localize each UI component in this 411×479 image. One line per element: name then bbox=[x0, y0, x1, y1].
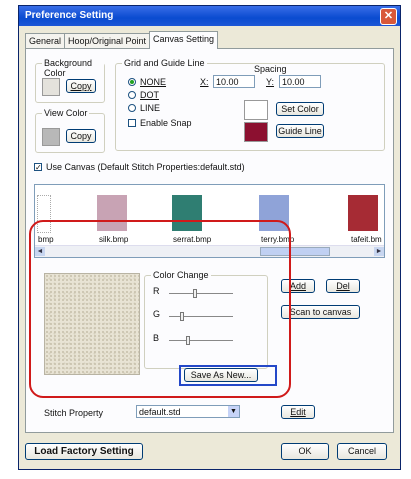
guide-line-button[interactable]: Guide Line bbox=[276, 124, 324, 138]
enable-snap-label: Enable Snap bbox=[140, 118, 192, 128]
view-copy-button[interactable]: Copy bbox=[66, 129, 96, 143]
load-factory-setting-button[interactable]: Load Factory Setting bbox=[25, 443, 143, 460]
background-color-legend: Background Color bbox=[42, 58, 104, 78]
tab-hoop-original-point[interactable]: Hoop/Original Point bbox=[64, 33, 151, 48]
canvas-thumb-4[interactable] bbox=[348, 195, 378, 231]
grid-line-radio[interactable] bbox=[128, 104, 136, 112]
grid-dot-radio[interactable] bbox=[128, 91, 136, 99]
preference-dialog: Preference Setting ✕ General Hoop/Origin… bbox=[18, 5, 401, 470]
view-color-legend: View Color bbox=[42, 108, 90, 118]
save-as-new-highlight bbox=[179, 365, 277, 386]
edit-button[interactable]: Edit bbox=[281, 405, 315, 419]
background-color-group: Background Color Copy bbox=[35, 58, 105, 103]
del-button[interactable]: Del bbox=[326, 279, 360, 293]
cancel-button[interactable]: Cancel bbox=[337, 443, 387, 460]
window-title: Preference Setting bbox=[25, 10, 114, 21]
close-button[interactable]: ✕ bbox=[380, 8, 397, 25]
canvas-file-name-4: tafeit.bm bbox=[351, 235, 382, 244]
chevron-down-icon[interactable]: ▼ bbox=[228, 406, 239, 417]
stitch-property-value: default.std bbox=[139, 407, 181, 417]
spacing-x-input[interactable]: 10.00 bbox=[213, 75, 255, 88]
enable-snap-checkbox[interactable] bbox=[128, 119, 136, 127]
stitch-property-label: Stitch Property bbox=[44, 408, 104, 418]
spacing-x-label: X: bbox=[200, 77, 209, 87]
view-color-group: View Color Copy bbox=[35, 108, 105, 153]
grid-guide-legend: Grid and Guide Line bbox=[122, 58, 207, 68]
title-bar: Preference Setting ✕ bbox=[19, 6, 400, 26]
grid-color-swatch bbox=[244, 100, 268, 120]
use-canvas-checkbox[interactable]: ✓ bbox=[34, 163, 42, 172]
spacing-y-input[interactable]: 10.00 bbox=[279, 75, 321, 88]
grid-none-label: NONE bbox=[140, 77, 167, 87]
grid-guide-group: Grid and Guide Line NONE DOT LINE Enable… bbox=[115, 58, 385, 151]
guide-color-swatch bbox=[244, 122, 268, 142]
grid-dot-label: DOT bbox=[140, 90, 159, 100]
ok-button[interactable]: OK bbox=[281, 443, 329, 460]
set-color-button[interactable]: Set Color bbox=[276, 102, 324, 116]
background-color-swatch bbox=[42, 78, 60, 96]
tab-canvas-setting[interactable]: Canvas Setting bbox=[149, 31, 219, 49]
scroll-right-arrow[interactable]: ► bbox=[374, 247, 384, 256]
stitch-property-select[interactable]: default.std ▼ bbox=[136, 405, 240, 418]
grid-none-radio[interactable] bbox=[128, 78, 136, 86]
background-copy-button[interactable]: Copy bbox=[66, 79, 96, 93]
grid-line-label: LINE bbox=[140, 103, 161, 113]
view-color-swatch bbox=[42, 128, 60, 146]
spacing-y-label: Y: bbox=[266, 77, 275, 87]
tab-general[interactable]: General bbox=[25, 33, 66, 48]
scan-to-canvas-button[interactable]: Scan to canvas bbox=[281, 305, 360, 319]
use-canvas-label: Use Canvas (Default Stitch Properties:de… bbox=[46, 162, 245, 172]
spacing-label: Spacing bbox=[254, 64, 287, 74]
